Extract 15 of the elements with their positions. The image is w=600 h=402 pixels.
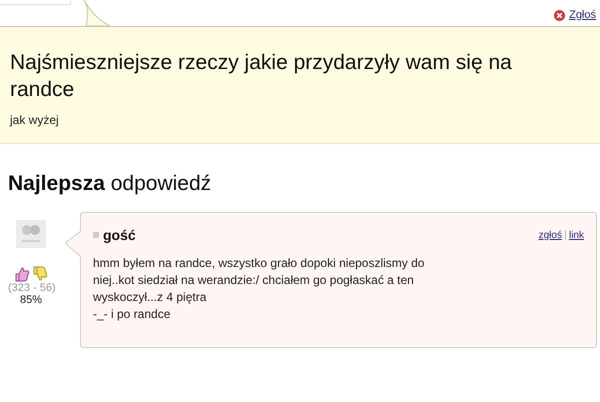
report-link[interactable]: Zgłoś [554, 9, 596, 21]
author-name: gość [93, 227, 136, 243]
approval-percent: 85% [20, 294, 42, 306]
best-answer-heading: Najlepsza odpowiedź [8, 172, 212, 196]
avatar-icon [16, 220, 46, 248]
answer-text: hmm byłem na randce, wszystko grało dopoki nieposzlismy do niej..kot siedział na werandzie:/ chciałem go pogłaskać a ten wyskoczył...z 4 piętra -_- i po randce [93, 255, 426, 323]
close-icon [554, 10, 566, 20]
bullet-icon [93, 232, 99, 238]
answer-link[interactable]: link [568, 230, 584, 240]
thumbs-down-icon[interactable] [32, 266, 48, 282]
answer-link[interactable]: zgłoś [538, 230, 562, 240]
question-description: jak wyżej [10, 113, 60, 127]
thumbs-up-icon[interactable] [14, 266, 30, 282]
vote-count: (323 - 56) [8, 282, 56, 294]
question-title: Najśmieszniejsze rzeczy jakie przydarzyły wam się na randce [10, 50, 513, 103]
